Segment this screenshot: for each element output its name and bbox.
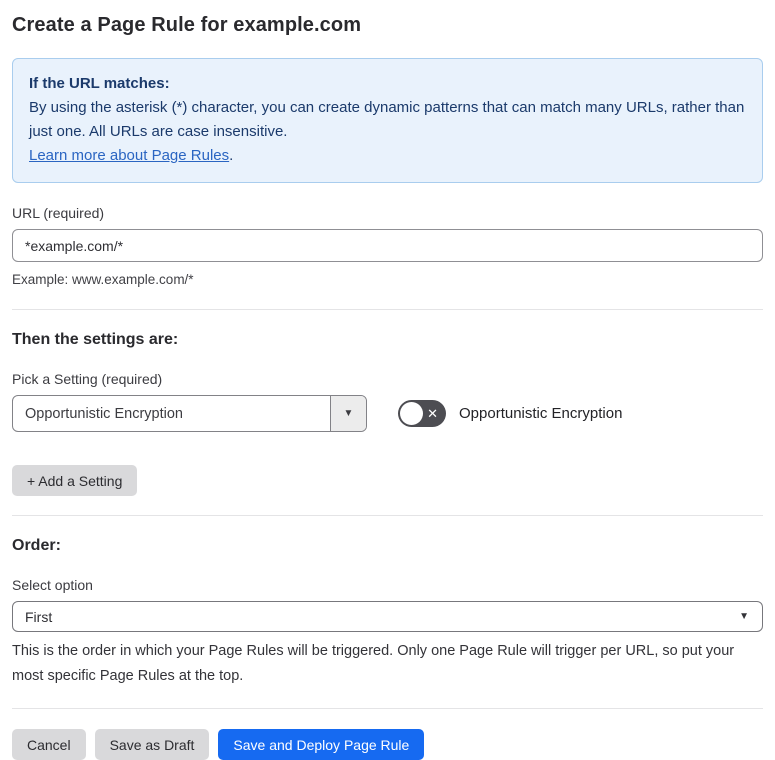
caret-down-icon: ▼	[739, 611, 749, 622]
info-box-link-line: Learn more about Page Rules.	[29, 144, 746, 168]
order-select-value: First	[25, 608, 53, 625]
order-select[interactable]: First ▼	[12, 601, 763, 632]
order-helper-text: This is the order in which your Page Rul…	[12, 643, 735, 684]
setting-picker-caret-button[interactable]: ▼	[330, 396, 366, 431]
create-page-rule-form: Create a Page Rule for example.com If th…	[0, 0, 775, 760]
add-setting-button[interactable]: + Add a Setting	[12, 465, 138, 496]
toggle-knob	[400, 402, 423, 425]
link-suffix: .	[229, 147, 234, 164]
url-matches-info-box: If the URL matches: By using the asteris…	[12, 58, 763, 183]
settings-section-heading: Then the settings are:	[12, 331, 179, 348]
divider	[12, 515, 763, 516]
footer-button-row: Cancel Save as Draft Save and Deploy Pag…	[12, 729, 763, 760]
pick-setting-label: Pick a Setting (required)	[12, 371, 163, 387]
setting-picker-dropdown[interactable]: Opportunistic Encryption ▼	[12, 395, 367, 432]
save-as-draft-button[interactable]: Save as Draft	[94, 729, 210, 760]
order-section-heading: Order:	[12, 537, 61, 554]
cancel-button[interactable]: Cancel	[12, 729, 86, 760]
url-field-label: URL (required)	[12, 205, 105, 221]
page-title: Create a Page Rule for example.com	[12, 14, 362, 36]
caret-down-icon: ▼	[343, 408, 354, 419]
toggle-label: Opportunistic Encryption	[459, 405, 623, 422]
info-box-body: By using the asterisk (*) character, you…	[29, 99, 745, 140]
info-box-heading: If the URL matches:	[29, 75, 170, 92]
divider	[12, 309, 763, 310]
url-example-helper: Example: www.example.com/*	[12, 272, 194, 287]
learn-more-link[interactable]: Learn more about Page Rules	[29, 147, 229, 164]
setting-row: Opportunistic Encryption ▼ ✕ Opportunist…	[12, 395, 763, 432]
toggle-off-x-icon: ✕	[427, 406, 438, 421]
select-option-label: Select option	[12, 577, 93, 593]
opportunistic-encryption-toggle[interactable]: ✕	[398, 400, 446, 427]
toggle-wrap: ✕ Opportunistic Encryption	[398, 400, 622, 427]
setting-picker-value: Opportunistic Encryption	[25, 405, 183, 422]
save-and-deploy-button[interactable]: Save and Deploy Page Rule	[218, 729, 425, 760]
divider	[12, 708, 763, 709]
url-input[interactable]	[12, 229, 763, 262]
